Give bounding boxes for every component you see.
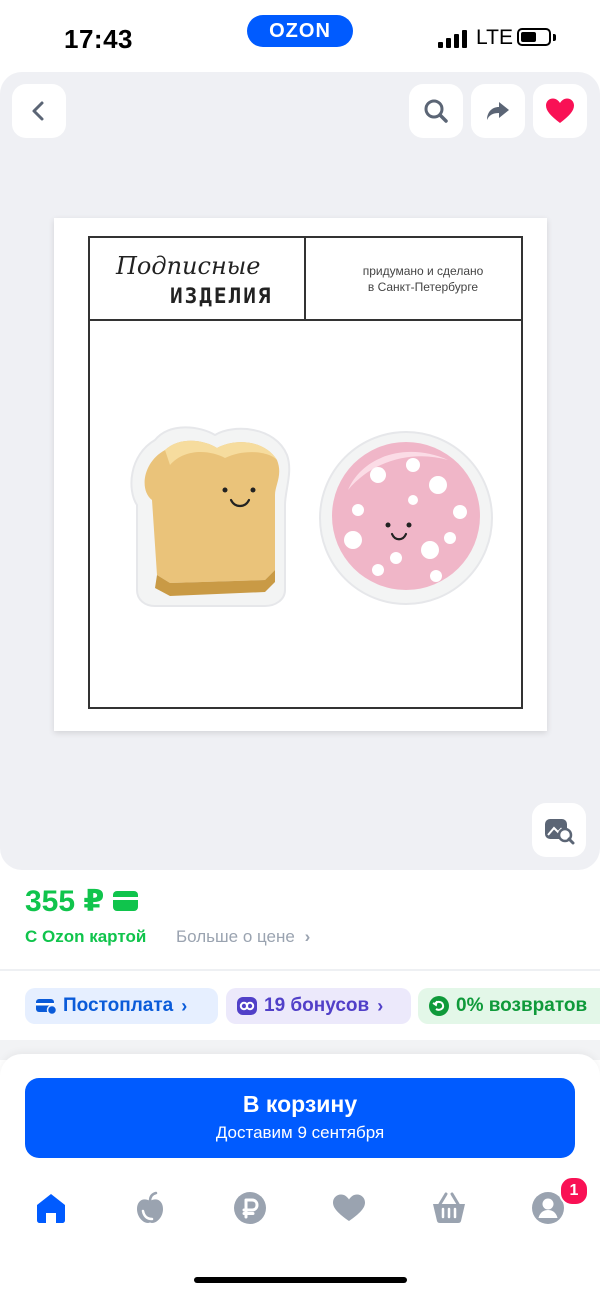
chevron-left-icon — [32, 101, 44, 121]
network-type: LTE — [476, 26, 513, 49]
chevron-right-icon: › — [377, 995, 384, 1016]
image-search-icon — [545, 819, 575, 845]
favorite-button[interactable] — [533, 84, 587, 138]
sausage-sticker — [319, 431, 493, 605]
divider — [0, 969, 600, 971]
add-to-cart-button[interactable]: В корзину Доставим 9 сентября — [25, 1078, 575, 1158]
add-to-cart-label: В корзину — [242, 1091, 358, 1117]
nav-cart[interactable] — [429, 1188, 469, 1228]
returns-chip[interactable]: 0% возвратов — [418, 988, 600, 1024]
signal-icon — [438, 30, 467, 48]
home-indicator[interactable] — [194, 1277, 407, 1283]
share-icon — [487, 102, 509, 120]
info-cell — [306, 236, 523, 321]
home-icon — [37, 1194, 65, 1223]
returns-icon — [428, 995, 450, 1017]
nav-finance[interactable] — [230, 1188, 270, 1228]
more-about-price-label: Больше о цене — [176, 927, 295, 946]
battery-tip — [553, 34, 556, 41]
chevron-right-icon: › — [181, 995, 188, 1016]
ozon-app-badge: OZON — [247, 15, 353, 47]
back-button[interactable] — [12, 84, 66, 138]
bonuses-label: 19 бонусов — [264, 995, 370, 1016]
brand-logo-caps: ИЗДЕЛИЯ — [170, 284, 273, 308]
brand-logo-script: Подписные — [116, 252, 261, 280]
heart-icon — [546, 98, 574, 123]
status-time: 17:43 — [64, 24, 133, 54]
nav-fresh[interactable] — [130, 1188, 170, 1228]
delivery-date: Доставим 9 сентября — [215, 1123, 385, 1142]
nav-home[interactable] — [31, 1188, 71, 1228]
ozon-card-label: С Ozon картой — [25, 927, 147, 946]
ruble-icon — [234, 1192, 266, 1224]
nav-favorites[interactable] — [329, 1188, 369, 1228]
battery-icon — [517, 28, 551, 46]
profile-notification-badge: 1 — [559, 1176, 589, 1206]
postpay-icon — [35, 997, 57, 1015]
made-in-line-2: в Санкт-Петербурге — [367, 280, 479, 294]
fresh-icon — [137, 1191, 163, 1223]
visual-search-button[interactable] — [532, 803, 586, 857]
search-icon — [424, 99, 448, 123]
cart-icon — [433, 1192, 465, 1223]
ozon-card-icon — [113, 891, 138, 911]
bread-sticker — [130, 426, 291, 607]
made-in-line-1: придумано и сделано — [362, 264, 484, 278]
chevron-right-icon: › — [304, 927, 311, 946]
postpay-chip[interactable]: Постоплата › — [25, 988, 218, 1024]
bonuses-chip[interactable]: 19 бонусов › — [226, 988, 411, 1024]
share-button[interactable] — [471, 84, 525, 138]
returns-label: 0% возвратов — [456, 995, 588, 1016]
favorites-icon — [333, 1194, 365, 1221]
price-value: 355 ₽ — [25, 885, 105, 918]
postpay-label: Постоплата — [63, 995, 174, 1016]
bonus-icon — [236, 996, 258, 1016]
more-about-price-link[interactable]: Больше о цене › — [176, 927, 310, 947]
search-button[interactable] — [409, 84, 463, 138]
